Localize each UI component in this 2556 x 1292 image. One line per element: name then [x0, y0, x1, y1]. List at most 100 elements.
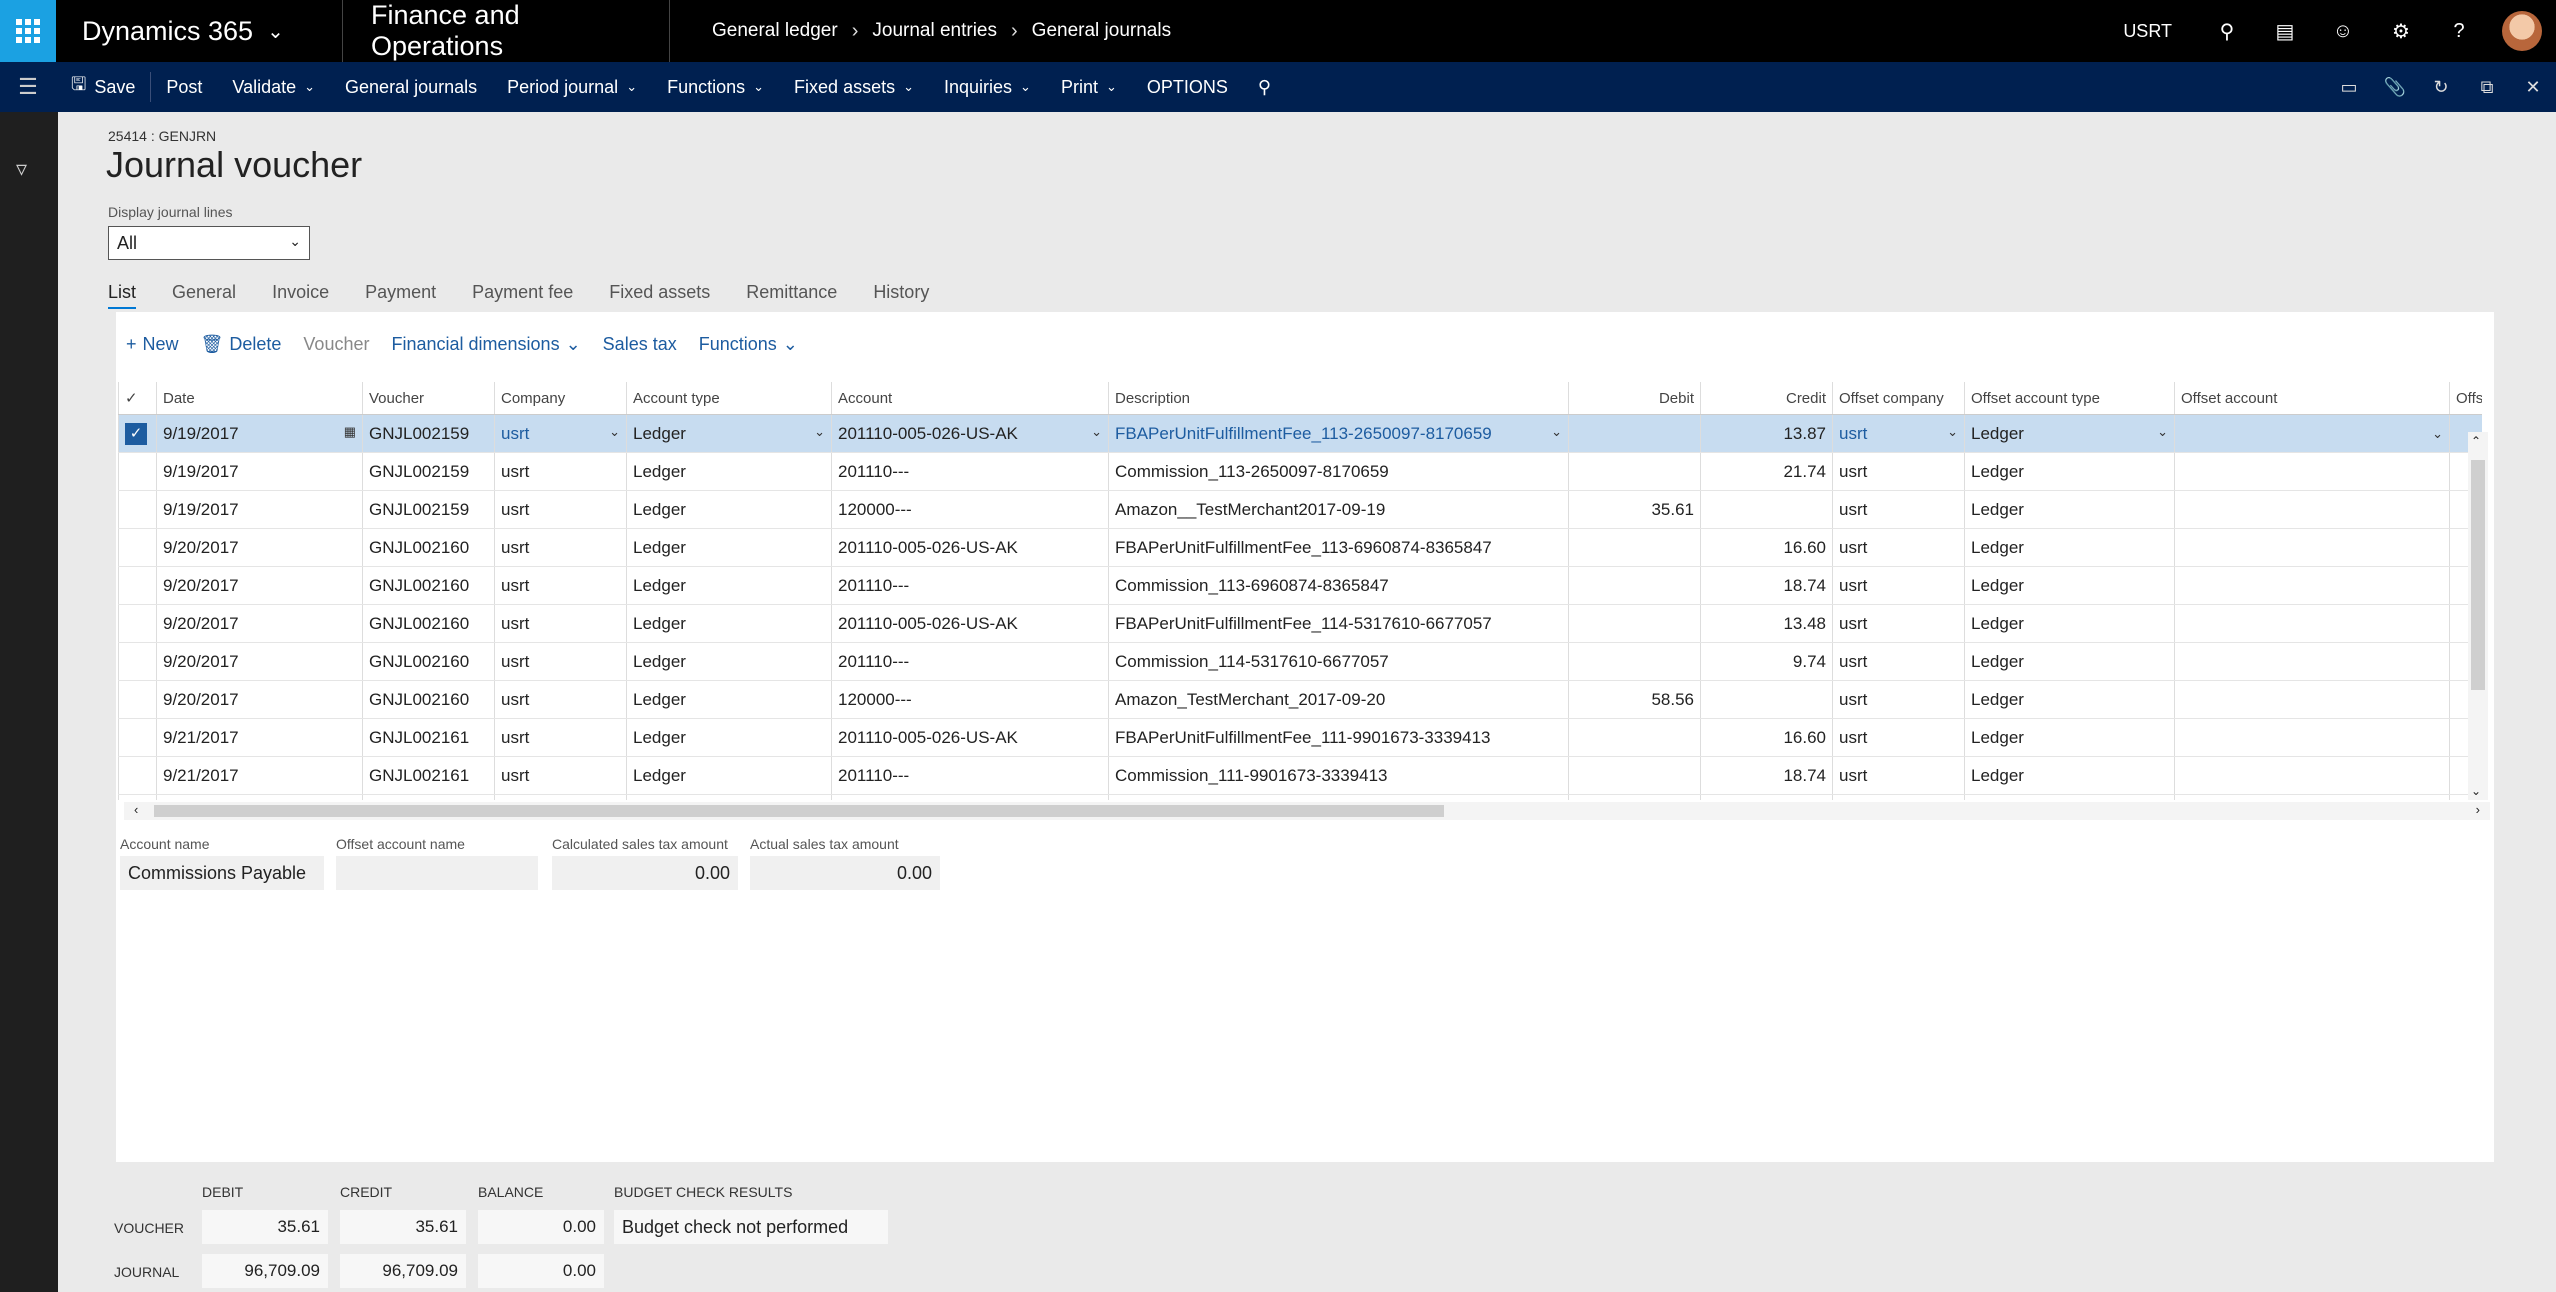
cell-offset-account-type[interactable]: Ledger — [1964, 604, 2175, 643]
print-menu[interactable]: Print ⌄ — [1046, 62, 1132, 112]
cell-account[interactable]: 201110-005-026-US-AK ⌄ — [831, 414, 1109, 453]
financial-dimensions-menu[interactable]: Financial dimensions ⌄ — [391, 334, 580, 355]
help-icon[interactable]: ? — [2430, 0, 2488, 62]
cell-offset-account[interactable] — [2174, 528, 2450, 567]
chevron-left-icon[interactable]: ‹ — [134, 802, 138, 817]
row-select-checkbox[interactable] — [118, 642, 157, 681]
cell-description[interactable]: FBAPerUnitFulfillmentFee_114-5249011-551… — [1108, 794, 1569, 800]
row-select-checkbox[interactable] — [118, 490, 157, 529]
table-row[interactable]: 9/19/2017 GNJL002159 usrt Ledger 120000--- Am… — [118, 490, 2482, 529]
close-icon[interactable]: ✕ — [2510, 77, 2556, 98]
cell-offset-account[interactable] — [2174, 490, 2450, 529]
cell-debit[interactable] — [1568, 528, 1701, 567]
avatar[interactable] — [2502, 11, 2542, 51]
cell-account[interactable]: 201110-005-026-US-AK — [831, 718, 1109, 757]
cell-company[interactable]: usrt — [494, 794, 627, 800]
row-select-checkbox[interactable] — [118, 718, 157, 757]
cell-debit[interactable] — [1568, 566, 1701, 605]
cell-date[interactable]: 9/20/2017 — [156, 566, 363, 605]
general-journals-button[interactable]: General journals — [330, 62, 492, 112]
row-select-checkbox[interactable] — [118, 756, 157, 795]
cell-voucher[interactable]: GNJL002159 — [362, 452, 495, 491]
chevron-down-icon[interactable]: ⌄ — [1947, 424, 1958, 440]
cell-company[interactable]: usrt — [494, 566, 627, 605]
cell-company[interactable]: usrt ⌄ — [494, 414, 627, 453]
cell-debit[interactable]: 58.56 — [1568, 680, 1701, 719]
vertical-scrollbar[interactable]: ⌃ ⌄ — [2468, 432, 2488, 800]
cell-offset-account[interactable] — [2174, 718, 2450, 757]
cell-credit[interactable]: 13.87 — [1700, 794, 1833, 800]
cell-offset-company[interactable]: usrt — [1832, 528, 1965, 567]
cell-date[interactable]: 9/21/2017 — [156, 718, 363, 757]
functions-menu-grid[interactable]: Functions ⌄ — [699, 334, 798, 355]
cell-account[interactable]: 201110--- — [831, 566, 1109, 605]
cell-credit[interactable]: 13.87 — [1700, 414, 1833, 453]
chevron-up-icon[interactable]: ⌃ — [2471, 434, 2481, 448]
cell-offset-account[interactable]: ⌄ — [2174, 414, 2450, 453]
attachment-icon[interactable]: 📎 — [2372, 77, 2418, 98]
cell-debit[interactable] — [1568, 718, 1701, 757]
cell-voucher[interactable]: GNJL002159 — [362, 490, 495, 529]
app-launcher-button[interactable] — [0, 0, 56, 62]
table-row[interactable]: 9/21/2017 GNJL002161 usrt Ledger 201110--- Co… — [118, 756, 2482, 795]
cell-offset-account-type[interactable]: Ledger — [1964, 490, 2175, 529]
row-select-checkbox[interactable] — [118, 680, 157, 719]
office-icon[interactable]: ▭ — [2326, 77, 2372, 98]
cell-date[interactable]: 9/19/2017 — [156, 452, 363, 491]
cell-debit[interactable] — [1568, 604, 1701, 643]
smiley-icon[interactable]: ☺ — [2314, 0, 2372, 62]
cell-description[interactable]: FBAPerUnitFulfillmentFee_113-6960874-836… — [1108, 528, 1569, 567]
cell-offset-company[interactable]: usrt ⌄ — [1832, 414, 1965, 453]
cell-account-type[interactable]: Ledger — [626, 794, 832, 800]
chevron-down-icon[interactable]: ⌄ — [1551, 424, 1562, 440]
cell-debit[interactable] — [1568, 414, 1701, 453]
product-switcher[interactable]: Dynamics 365 ⌄ — [56, 0, 343, 62]
cell-account[interactable]: 201110-005-026-US-AK — [831, 604, 1109, 643]
cell-account-type[interactable]: Ledger — [626, 528, 832, 567]
chevron-right-icon[interactable]: › — [2476, 802, 2480, 817]
cell-offset-company[interactable]: usrt — [1832, 604, 1965, 643]
search-icon[interactable]: ⚲ — [2198, 0, 2256, 62]
display-lines-select[interactable]: All ⌄ — [108, 226, 310, 260]
cell-account-type[interactable]: Ledger ⌄ — [626, 414, 832, 453]
cell-voucher[interactable]: GNJL002161 — [362, 794, 495, 800]
cell-date[interactable]: 9/20/2017 — [156, 528, 363, 567]
cell-offset-account-type[interactable]: Ledger — [1964, 566, 2175, 605]
cell-offset-account[interactable] — [2174, 642, 2450, 681]
cell-offset-company[interactable]: usrt — [1832, 490, 1965, 529]
cell-debit[interactable] — [1568, 642, 1701, 681]
cell-offset-account-type[interactable]: Ledger ⌄ — [1964, 414, 2175, 453]
cell-account[interactable]: 120000--- — [831, 490, 1109, 529]
table-row[interactable]: 9/19/2017 GNJL002159 usrt Ledger 201110--- Co… — [118, 452, 2482, 491]
cell-offset-company[interactable]: usrt — [1832, 794, 1965, 800]
chevron-down-icon[interactable]: ⌄ — [2471, 784, 2481, 798]
cell-offset-account[interactable] — [2174, 794, 2450, 800]
cell-offset-account[interactable] — [2174, 680, 2450, 719]
delete-button[interactable]: 🗑 Delete — [201, 334, 282, 355]
col-credit[interactable]: Credit — [1700, 382, 1833, 415]
cell-description[interactable]: Commission_111-9901673-3339413 — [1108, 756, 1569, 795]
message-icon[interactable]: ▤ — [2256, 0, 2314, 62]
cell-offset-account-type[interactable]: Ledger — [1964, 642, 2175, 681]
cell-offset-company[interactable]: usrt — [1832, 642, 1965, 681]
cell-account-type[interactable]: Ledger — [626, 680, 832, 719]
table-row[interactable]: 9/21/2017 GNJL002161 usrt Ledger 201110-005-… — [118, 718, 2482, 757]
inquiries-menu[interactable]: Inquiries ⌄ — [929, 62, 1046, 112]
cell-account[interactable]: 120000--- — [831, 680, 1109, 719]
row-select-checkbox[interactable] — [118, 452, 157, 491]
cell-description[interactable]: Amazon__TestMerchant2017-09-19 — [1108, 490, 1569, 529]
cell-account[interactable]: 201110--- — [831, 642, 1109, 681]
row-select-checkbox[interactable] — [118, 528, 157, 567]
cell-offset-company[interactable]: usrt — [1832, 718, 1965, 757]
open-new-window-icon[interactable]: ⧉ — [2464, 77, 2510, 98]
cell-offset-account-type[interactable]: Ledger — [1964, 452, 2175, 491]
cell-voucher[interactable]: GNJL002161 — [362, 756, 495, 795]
cell-voucher[interactable]: GNJL002160 — [362, 604, 495, 643]
scroll-thumb[interactable] — [154, 805, 1444, 817]
cell-date[interactable]: 9/20/2017 — [156, 604, 363, 643]
col-date[interactable]: Date — [156, 382, 363, 415]
cell-date[interactable]: 9/21/2017 — [156, 756, 363, 795]
breadcrumb-general-ledger[interactable]: General ledger — [712, 20, 838, 42]
cell-description[interactable]: Amazon_TestMerchant_2017-09-20 — [1108, 680, 1569, 719]
tab-general[interactable]: General — [172, 282, 236, 309]
